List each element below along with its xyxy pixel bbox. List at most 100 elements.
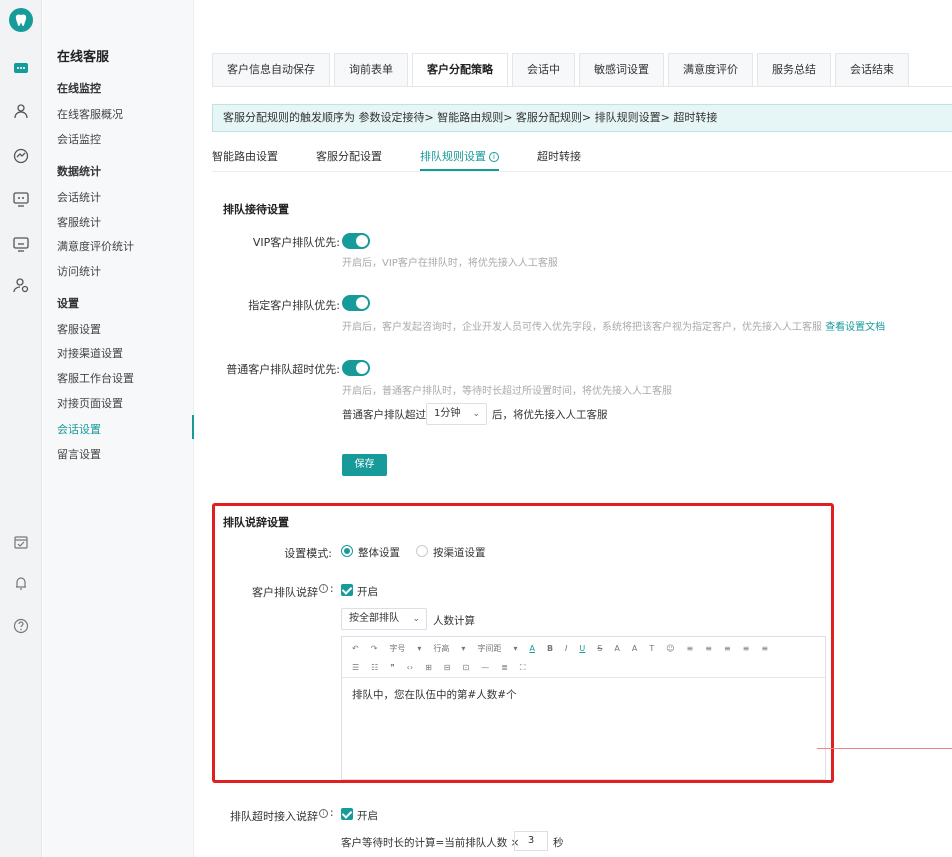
align-right-icon[interactable]: ≡ [761, 644, 768, 653]
fullscreen-icon[interactable]: ⛶ [520, 663, 526, 673]
chevron-down-icon: ▾ [417, 643, 422, 653]
timeout-priority-hint: 开启后，普通客户排队时，等待时长超过所设置时间，将优先接入人工客服 [342, 386, 672, 397]
timeout-prefix: 普通客户排队超过 [342, 409, 426, 421]
tab-sensitive-words[interactable]: 敏感词设置 [579, 53, 664, 86]
users-icon[interactable] [12, 276, 30, 294]
tab-assignment-strategy[interactable]: 客户分配策略 [412, 53, 508, 86]
subtab-agent-assignment[interactable]: 客服分配设置 [316, 148, 382, 170]
timeout-speech-label: 排队超时接入说辞 [230, 810, 318, 823]
table-icon[interactable]: ⊡ [462, 663, 469, 672]
subtab-queue-rules[interactable]: 排队规则设置 i [420, 148, 499, 171]
underline-icon[interactable]: U [579, 644, 585, 653]
sidebar-item-overview[interactable]: 在线客服概况 [57, 106, 123, 122]
rich-text-editor[interactable]: ↶ ↷ 字号 ▾ 行高 ▾ 字间距 ▾ A B I U S A A T ☺ ≡ … [341, 636, 826, 780]
info-icon: i [489, 152, 499, 162]
speech-enable-checkbox[interactable] [341, 584, 353, 596]
line-height-select[interactable]: 行高 [433, 643, 449, 654]
help-icon[interactable] [12, 617, 30, 635]
sidebar-item-session-stats[interactable]: 会话统计 [57, 189, 101, 205]
timeout-priority-toggle[interactable] [342, 360, 370, 376]
editor-content[interactable]: 排队中，您在队伍中的第#人数#个 [352, 687, 517, 702]
sidebar-item-session-monitor[interactable]: 会话监控 [57, 131, 101, 147]
subtab-timeout-transfer[interactable]: 超时转接 [537, 148, 581, 170]
sidebar-item-agent-stats[interactable]: 客服统计 [57, 214, 101, 230]
annotation-line [817, 748, 952, 749]
tab-in-session[interactable]: 会话中 [512, 53, 575, 86]
designated-priority-toggle[interactable] [342, 295, 370, 311]
divider-icon[interactable]: — [481, 663, 489, 672]
view-docs-link[interactable]: 查看设置文档 [825, 322, 885, 333]
sidebar-item-agent-settings[interactable]: 客服设置 [57, 321, 101, 337]
settings-sidebar: 在线客服 在线监控 在线客服概况 会话监控 数据统计 会话统计 客服统计 满意度… [43, 0, 194, 857]
vip-priority-label: VIP客户排队优先: [252, 236, 340, 249]
clear-format-icon[interactable]: T [649, 644, 654, 653]
sidebar-item-session-settings[interactable]: 会话设置 [57, 421, 101, 437]
strikethrough-icon[interactable]: S [597, 644, 602, 653]
justify-icon[interactable]: ≣ [501, 663, 508, 672]
save-button[interactable]: 保存 [342, 454, 387, 476]
sidebar-item-page-settings[interactable]: 对接页面设置 [57, 395, 123, 411]
timeout-priority-label: 普通客户排队超时优先: [226, 363, 340, 376]
user-icon[interactable] [12, 102, 30, 120]
bell-icon[interactable] [12, 574, 30, 592]
count-mode-select[interactable]: 按全部排队 ⌄ [341, 608, 427, 630]
tab-service-summary[interactable]: 服务总结 [757, 53, 831, 86]
mode-overall-radio[interactable] [341, 545, 353, 557]
redo-icon[interactable]: ↷ [371, 644, 378, 653]
sidebar-title: 在线客服 [57, 50, 110, 65]
tab-satisfaction[interactable]: 满意度评价 [668, 53, 753, 86]
sidebar-item-channel-settings[interactable]: 对接渠道设置 [57, 345, 123, 361]
emoji-icon[interactable]: ☺ [666, 644, 674, 653]
image-icon[interactable]: ⊟ [444, 663, 451, 672]
undo-icon[interactable]: ↶ [352, 644, 359, 653]
indent-icon[interactable]: ≡ [687, 644, 694, 653]
timeout-duration-select[interactable]: 1分钟 ⌄ [426, 403, 487, 425]
subtabs-divider [212, 171, 952, 172]
sidebar-item-visit-stats[interactable]: 访问统计 [57, 263, 101, 279]
chevron-down-icon: ▾ [513, 643, 518, 653]
code-icon[interactable]: ‹› [407, 663, 413, 672]
sidebar-group-settings: 设置 [57, 297, 79, 310]
screen-icon[interactable] [12, 235, 30, 253]
chat-icon[interactable] [12, 60, 30, 78]
quote-icon[interactable]: ❞ [390, 663, 394, 672]
settings-tabs: 客户信息自动保存 询前表单 客户分配策略 会话中 敏感词设置 满意度评价 服务总… [212, 53, 913, 86]
link-icon[interactable]: ⊞ [425, 663, 432, 672]
chevron-down-icon: ⌄ [472, 409, 480, 419]
italic-icon[interactable]: I [565, 644, 567, 653]
mode-channel-label: 按渠道设置 [433, 547, 486, 559]
subtab-smart-routing[interactable]: 智能路由设置 [212, 148, 278, 170]
bullet-list-icon[interactable]: ☰ [352, 663, 359, 672]
sidebar-item-message-settings[interactable]: 留言设置 [57, 446, 101, 462]
wait-seconds-input[interactable]: 3 [514, 831, 548, 851]
superscript-icon[interactable]: A [614, 644, 619, 653]
vip-priority-toggle[interactable] [342, 233, 370, 249]
tooth-logo-icon[interactable] [9, 8, 33, 32]
align-center-icon[interactable]: ≡ [743, 644, 750, 653]
editor-toolbar-row2: ☰ ☷ ❞ ‹› ⊞ ⊟ ⊡ — ≣ ⛶ [342, 658, 825, 678]
chart-icon[interactable] [12, 147, 30, 165]
vip-priority-hint: 开启后，VIP客户在排队时，将优先接入人工客服 [342, 258, 558, 269]
tab-pre-chat-form[interactable]: 询前表单 [334, 53, 408, 86]
sidebar-item-satisfaction-stats[interactable]: 满意度评价统计 [57, 238, 134, 254]
bold-icon[interactable]: B [547, 644, 553, 653]
designated-priority-hint-text: 开启后，客户发起咨询时，企业开发人员可传入优先字段，系统将把该客户视为指定客户，… [342, 322, 822, 333]
font-color-icon[interactable]: A [529, 644, 534, 653]
tab-auto-save[interactable]: 客户信息自动保存 [212, 53, 330, 86]
mode-channel-radio[interactable] [416, 545, 428, 557]
number-list-icon[interactable]: ☷ [371, 663, 378, 672]
sidebar-item-workbench-settings[interactable]: 客服工作台设置 [57, 370, 134, 386]
outdent-icon[interactable]: ≡ [705, 644, 712, 653]
tabs-divider [212, 86, 952, 87]
timeout-speech-checkbox[interactable] [341, 808, 353, 820]
align-left-icon[interactable]: ≡ [724, 644, 731, 653]
sub-tabs: 智能路由设置 客服分配设置 排队规则设置 i 超时转接 [212, 148, 619, 171]
monitor-icon[interactable] [12, 190, 30, 208]
timeout-speech-label-colon: : [330, 807, 334, 819]
timeout-speech-enable-label: 开启 [357, 810, 378, 822]
font-size-select[interactable]: 字号 [389, 643, 405, 654]
tab-session-end[interactable]: 会话结束 [835, 53, 909, 86]
calendar-icon[interactable] [12, 533, 30, 551]
subscript-icon[interactable]: A [632, 644, 637, 653]
letter-spacing-select[interactable]: 字间距 [477, 643, 501, 654]
